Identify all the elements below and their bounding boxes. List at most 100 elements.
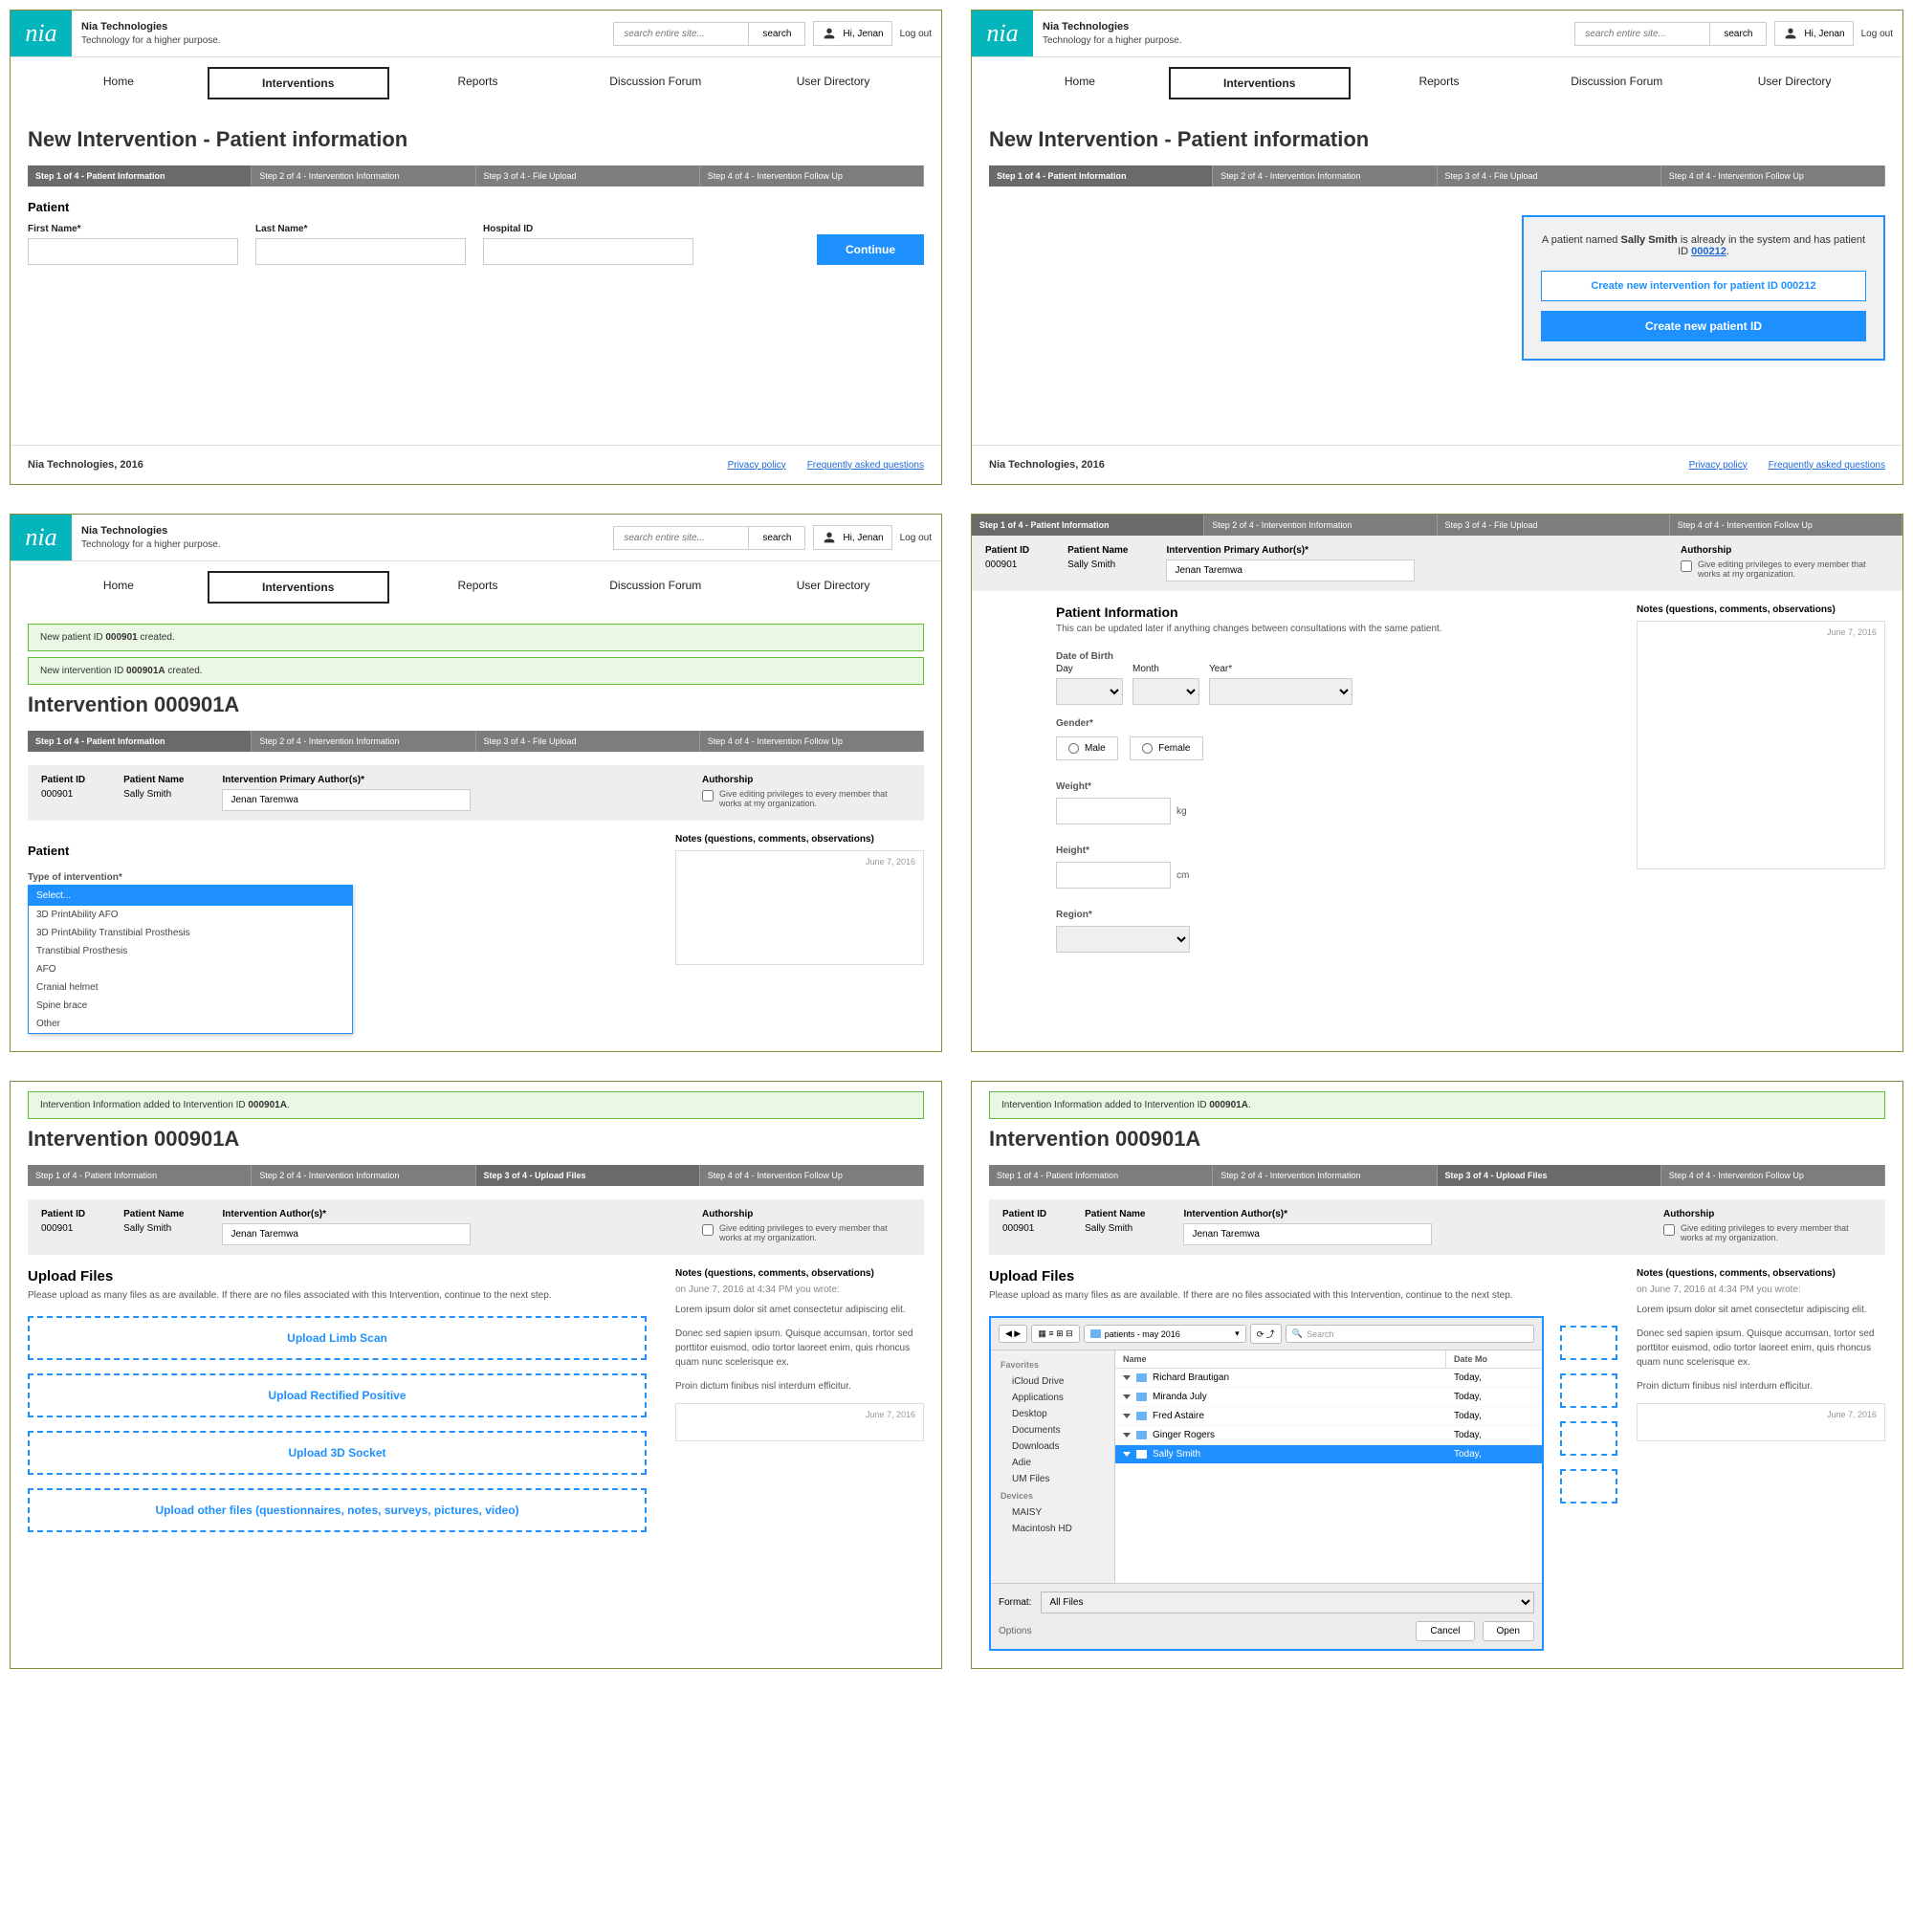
upload-other-files[interactable]: Upload other files (questionnaires, note… bbox=[28, 1488, 647, 1532]
nav-interventions[interactable]: Interventions bbox=[208, 67, 389, 99]
dropdown-option[interactable]: AFO bbox=[29, 960, 352, 978]
nav-interventions[interactable]: Interventions bbox=[1169, 67, 1351, 99]
faq-link[interactable]: Frequently asked questions bbox=[807, 460, 924, 471]
dob-day-select[interactable] bbox=[1056, 678, 1123, 705]
nav-forum[interactable]: Discussion Forum bbox=[1528, 67, 1705, 99]
file-row[interactable]: Miranda JulyToday, bbox=[1115, 1388, 1542, 1407]
upload-slot[interactable] bbox=[1560, 1373, 1617, 1408]
hospital-id-input[interactable] bbox=[483, 238, 693, 265]
dropdown-selected[interactable]: Select... bbox=[29, 886, 352, 906]
nav-reports[interactable]: Reports bbox=[389, 571, 567, 604]
options-link[interactable]: Options bbox=[999, 1626, 1031, 1636]
nav-forum[interactable]: Discussion Forum bbox=[566, 67, 744, 99]
nav-reports[interactable]: Reports bbox=[389, 67, 567, 99]
file-row[interactable]: Fred AstaireToday, bbox=[1115, 1407, 1542, 1426]
search-input[interactable] bbox=[614, 23, 748, 45]
sidebar-item[interactable]: iCloud Drive bbox=[995, 1373, 1110, 1390]
search-button[interactable]: search bbox=[748, 23, 804, 45]
last-name-input[interactable] bbox=[255, 238, 466, 265]
step-2[interactable]: Step 2 of 4 - Intervention Information bbox=[1213, 1165, 1437, 1186]
step-1[interactable]: Step 1 of 4 - Patient Information bbox=[28, 165, 252, 187]
notes-box[interactable]: June 7, 2016 bbox=[1637, 1403, 1885, 1441]
step-1[interactable]: Step 1 of 4 - Patient Information bbox=[28, 1165, 252, 1186]
user-chip[interactable]: Hi, Jenan bbox=[813, 525, 891, 550]
step-3[interactable]: Step 3 of 4 - File Upload bbox=[1438, 515, 1670, 536]
step-3[interactable]: Step 3 of 4 - File Upload bbox=[1438, 165, 1661, 187]
step-4[interactable]: Step 4 of 4 - Intervention Follow Up bbox=[1670, 515, 1902, 536]
search-input[interactable] bbox=[1575, 23, 1709, 45]
dropdown-option[interactable]: 3D PrintAbility AFO bbox=[29, 906, 352, 924]
gender-male[interactable]: Male bbox=[1056, 736, 1118, 760]
format-select[interactable]: All Files bbox=[1041, 1592, 1534, 1614]
step-2[interactable]: Step 2 of 4 - Intervention Information bbox=[252, 731, 475, 752]
upload-slot[interactable] bbox=[1560, 1421, 1617, 1456]
nav-interventions[interactable]: Interventions bbox=[208, 571, 389, 604]
author-input[interactable] bbox=[1183, 1223, 1432, 1245]
search-button[interactable]: search bbox=[748, 527, 804, 549]
create-new-patient-button[interactable]: Create new patient ID bbox=[1541, 311, 1866, 341]
notes-box[interactable]: June 7, 2016 bbox=[675, 850, 924, 965]
nav-directory[interactable]: User Directory bbox=[744, 571, 922, 604]
upload-3d-socket[interactable]: Upload 3D Socket bbox=[28, 1431, 647, 1475]
step-3[interactable]: Step 3 of 4 - File Upload bbox=[476, 165, 700, 187]
sidebar-item[interactable]: Downloads bbox=[995, 1438, 1110, 1455]
file-row[interactable]: Ginger RogersToday, bbox=[1115, 1426, 1542, 1445]
nav-back-forward[interactable]: ◀ ▶ bbox=[999, 1325, 1027, 1343]
step-1[interactable]: Step 1 of 4 - Patient Information bbox=[28, 731, 252, 752]
continue-button[interactable]: Continue bbox=[817, 234, 924, 265]
upload-slot[interactable] bbox=[1560, 1469, 1617, 1504]
step-4[interactable]: Step 4 of 4 - Intervention Follow Up bbox=[700, 731, 924, 752]
search-input[interactable] bbox=[614, 527, 748, 549]
authorship-checkbox[interactable] bbox=[702, 1224, 714, 1236]
authorship-checkbox[interactable] bbox=[1681, 560, 1692, 572]
sidebar-item[interactable]: Desktop bbox=[995, 1406, 1110, 1422]
privacy-link[interactable]: Privacy policy bbox=[728, 460, 786, 471]
nav-home[interactable]: Home bbox=[991, 67, 1169, 99]
step-4[interactable]: Step 4 of 4 - Intervention Follow Up bbox=[1661, 1165, 1885, 1186]
cancel-button[interactable]: Cancel bbox=[1416, 1621, 1474, 1641]
create-intervention-existing-button[interactable]: Create new intervention for patient ID 0… bbox=[1541, 271, 1866, 301]
weight-input[interactable] bbox=[1056, 798, 1171, 824]
sidebar-item[interactable]: Adie bbox=[995, 1455, 1110, 1471]
actions-menu[interactable]: ⟳ ⤴ bbox=[1250, 1324, 1282, 1344]
step-4[interactable]: Step 4 of 4 - Intervention Follow Up bbox=[700, 165, 924, 187]
step-1[interactable]: Step 1 of 4 - Patient Information bbox=[989, 1165, 1213, 1186]
file-row-selected[interactable]: Sally SmithToday, bbox=[1115, 1445, 1542, 1464]
author-input[interactable] bbox=[222, 789, 471, 811]
view-toggle[interactable]: ▦ ≡ ⊞ ⊟ bbox=[1031, 1325, 1079, 1343]
nav-directory[interactable]: User Directory bbox=[1705, 67, 1883, 99]
sidebar-item[interactable]: Applications bbox=[995, 1390, 1110, 1406]
sidebar-item[interactable]: MAISY bbox=[995, 1504, 1110, 1521]
step-3[interactable]: Step 3 of 4 - Upload Files bbox=[476, 1165, 700, 1186]
notes-box[interactable]: June 7, 2016 bbox=[1637, 621, 1885, 869]
upload-slot[interactable] bbox=[1560, 1326, 1617, 1360]
nav-forum[interactable]: Discussion Forum bbox=[566, 571, 744, 604]
sidebar-item[interactable]: Documents bbox=[995, 1422, 1110, 1438]
user-chip[interactable]: Hi, Jenan bbox=[1774, 21, 1853, 46]
gender-female[interactable]: Female bbox=[1130, 736, 1202, 760]
sidebar-item[interactable]: Macintosh HD bbox=[995, 1521, 1110, 1537]
user-chip[interactable]: Hi, Jenan bbox=[813, 21, 891, 46]
intervention-type-dropdown[interactable]: Select... 3D PrintAbility AFO 3D PrintAb… bbox=[28, 885, 353, 1034]
dropdown-option[interactable]: 3D PrintAbility Transtibial Prosthesis bbox=[29, 924, 352, 942]
faq-link[interactable]: Frequently asked questions bbox=[1769, 460, 1885, 471]
step-3[interactable]: Step 3 of 4 - File Upload bbox=[476, 731, 700, 752]
nav-reports[interactable]: Reports bbox=[1351, 67, 1528, 99]
step-1[interactable]: Step 1 of 4 - Patient Information bbox=[989, 165, 1213, 187]
dob-month-select[interactable] bbox=[1132, 678, 1199, 705]
col-name[interactable]: Name bbox=[1115, 1350, 1446, 1368]
nav-home[interactable]: Home bbox=[30, 571, 208, 604]
dropdown-option[interactable]: Other bbox=[29, 1015, 352, 1033]
open-button[interactable]: Open bbox=[1483, 1621, 1534, 1641]
region-select[interactable] bbox=[1056, 926, 1190, 953]
dropdown-option[interactable]: Cranial helmet bbox=[29, 978, 352, 997]
authorship-checkbox[interactable] bbox=[1663, 1224, 1675, 1236]
authorship-checkbox[interactable] bbox=[702, 790, 714, 801]
logout-link[interactable]: Log out bbox=[900, 533, 932, 543]
author-input[interactable] bbox=[1166, 560, 1415, 582]
height-input[interactable] bbox=[1056, 862, 1171, 889]
notes-box[interactable]: June 7, 2016 bbox=[675, 1403, 924, 1441]
step-4[interactable]: Step 4 of 4 - Intervention Follow Up bbox=[1661, 165, 1885, 187]
dropdown-option[interactable]: Transtibial Prosthesis bbox=[29, 942, 352, 960]
finder-search[interactable]: 🔍 Search bbox=[1286, 1325, 1534, 1343]
